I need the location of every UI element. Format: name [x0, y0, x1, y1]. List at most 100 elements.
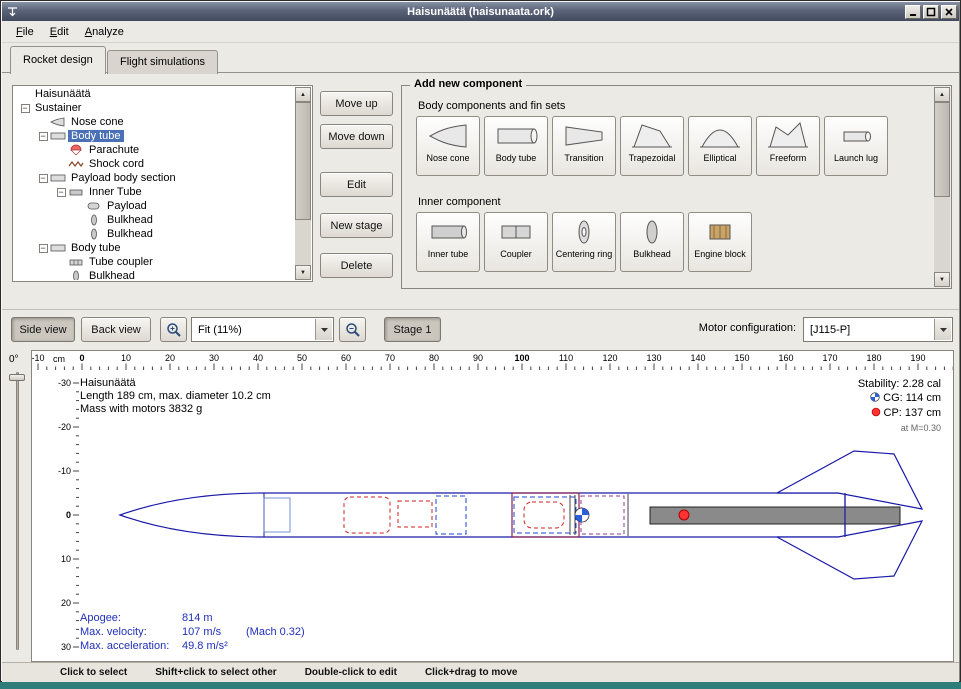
chevron-down-icon[interactable]	[315, 319, 332, 340]
add-transition-button[interactable]: Transition	[552, 116, 616, 176]
move-up-button[interactable]: Move up	[320, 91, 393, 116]
tree-item-label: Body tube	[68, 242, 124, 254]
tree-item-inner-tube[interactable]: − Inner Tube	[14, 185, 295, 199]
add-trapezoidal-button[interactable]: Trapezoidal	[620, 116, 684, 176]
menu-file[interactable]: File	[8, 23, 42, 41]
tree-item-label: Payload body section	[68, 172, 179, 184]
component-button-label: Inner tube	[428, 249, 469, 259]
tree-item-bulkhead[interactable]: Bulkhead	[14, 213, 295, 227]
side-view-button[interactable]: Side view	[11, 317, 75, 342]
tree-item-payload-body-section[interactable]: − Payload body section	[14, 171, 295, 185]
title-bar[interactable]: Haisunäätä (haisunaata.ork)	[2, 2, 959, 21]
tree-item-label: Body tube	[68, 130, 124, 142]
component-button-label: Body tube	[496, 153, 537, 163]
add-nose-cone-button[interactable]: Nose cone	[416, 116, 480, 176]
svg-text:160: 160	[778, 353, 793, 363]
tree-item-nose-cone[interactable]: Nose cone	[14, 115, 295, 129]
add-centering-ring-button[interactable]: Centering ring	[552, 212, 616, 272]
svg-text:120: 120	[602, 353, 617, 363]
menu-analyze[interactable]: Analyze	[77, 23, 132, 41]
minimize-button[interactable]	[905, 5, 921, 19]
tab-flight-simulations[interactable]: Flight simulations	[107, 50, 218, 74]
zoom-in-icon	[166, 322, 182, 338]
scroll-up-icon[interactable]: ▲	[295, 87, 311, 102]
tree-collapse-icon[interactable]: −	[39, 244, 48, 253]
tree-item-body-tube[interactable]: − Body tube	[14, 129, 295, 143]
tree-item-body-tube[interactable]: − Body tube	[14, 241, 295, 255]
add-panel-scrollbar-thumb[interactable]	[934, 102, 950, 197]
add-elliptical-button[interactable]: Elliptical	[688, 116, 752, 176]
tree-item-label: Inner Tube	[86, 186, 145, 198]
app-window: Haisunäätä (haisunaata.ork) FileEditAnal…	[0, 0, 961, 682]
rocket-mass: Mass with motors 3832 g	[80, 403, 271, 416]
svg-text:140: 140	[690, 353, 705, 363]
tree-scrollbar[interactable]: ▲ ▼	[295, 87, 311, 280]
tree-item-tube-coupler[interactable]: Tube coupler	[14, 255, 295, 269]
menu-edit[interactable]: Edit	[42, 23, 77, 41]
freeform-icon	[765, 120, 811, 152]
tab-rocket-design[interactable]: Rocket design	[10, 46, 106, 74]
add-body-tube-button[interactable]: Body tube	[484, 116, 548, 176]
cp-marker	[679, 510, 689, 520]
zoom-in-button[interactable]	[160, 317, 187, 342]
rotation-slider-handle[interactable]	[9, 374, 25, 381]
tree-item-payload[interactable]: Payload	[14, 199, 295, 213]
scroll-up-icon[interactable]: ▲	[934, 87, 950, 102]
tree-item-bulkhead[interactable]: Bulkhead	[14, 269, 295, 280]
rotation-slider-track[interactable]	[16, 372, 19, 650]
add-freeform-button[interactable]: Freeform	[756, 116, 820, 176]
svg-text:60: 60	[341, 353, 351, 363]
tree-item-label: Payload	[104, 200, 150, 212]
zoom-select[interactable]: Fit (11%)	[191, 317, 334, 342]
add-inner-tube-button[interactable]: Inner tube	[416, 212, 480, 272]
tree-item-shock-cord[interactable]: Shock cord	[14, 157, 295, 171]
new-stage-button[interactable]: New stage	[320, 213, 393, 238]
flight-stat-row: Max. velocity:107 m/s(Mach 0.32)	[80, 625, 305, 639]
svg-text:170: 170	[822, 353, 837, 363]
add-engine-block-button[interactable]: Engine block	[688, 212, 752, 272]
tab-bar: Rocket design Flight simulations	[2, 43, 959, 73]
tree-item-label: Bulkhead	[86, 270, 138, 280]
scroll-down-icon[interactable]: ▼	[934, 272, 950, 287]
zoom-out-button[interactable]	[339, 317, 366, 342]
move-down-button[interactable]: Move down	[320, 124, 393, 149]
chevron-down-icon[interactable]	[934, 319, 951, 340]
tree-collapse-icon[interactable]: −	[39, 174, 48, 183]
component-button-label: Centering ring	[556, 249, 613, 259]
motor-configuration-select[interactable]: [J115-P]	[803, 317, 953, 342]
status-hint: Click to select	[60, 667, 127, 678]
tree-item-bulkhead[interactable]: Bulkhead	[14, 227, 295, 241]
add-panel-scrollbar[interactable]: ▲ ▼	[934, 87, 950, 287]
rotation-angle-label: 0°	[9, 354, 19, 365]
rocket-name: Haisunäätä	[80, 377, 271, 390]
add-coupler-button[interactable]: Coupler	[484, 212, 548, 272]
coupler-icon	[68, 256, 86, 268]
stage-1-toggle[interactable]: Stage 1	[384, 317, 441, 342]
component-button-label: Coupler	[500, 249, 532, 259]
close-button[interactable]	[941, 5, 957, 19]
add-launch-lug-button[interactable]: Launch lug	[824, 116, 888, 176]
rocket-info: Haisunäätä Length 189 cm, max. diameter …	[80, 377, 271, 416]
tree-item-haisun-t[interactable]: Haisunäätä	[14, 87, 295, 101]
svg-text:100: 100	[514, 353, 529, 363]
delete-button[interactable]: Delete	[320, 253, 393, 278]
component-button-label: Launch lug	[834, 153, 878, 163]
edit-button[interactable]: Edit	[320, 172, 393, 197]
tree-scrollbar-thumb[interactable]	[295, 102, 311, 220]
tree-item-sustainer[interactable]: −Sustainer	[14, 101, 295, 115]
status-hint: Double-click to edit	[305, 667, 397, 678]
back-view-button[interactable]: Back view	[81, 317, 151, 342]
launchlug-icon	[833, 120, 879, 152]
maximize-button[interactable]	[923, 5, 939, 19]
scroll-down-icon[interactable]: ▼	[295, 265, 311, 280]
flight-statistics: Apogee:814 mMax. velocity:107 m/s(Mach 0…	[80, 611, 305, 653]
tree-collapse-icon[interactable]: −	[57, 188, 66, 197]
tree-collapse-icon[interactable]: −	[21, 104, 30, 113]
tree-collapse-icon[interactable]: −	[39, 132, 48, 141]
window-title: Haisunäätä (haisunaata.ork)	[2, 6, 959, 18]
add-bulkhead-button[interactable]: Bulkhead	[620, 212, 684, 272]
cp-value: CP: 137 cm	[884, 407, 941, 419]
tree-item-parachute[interactable]: Parachute	[14, 143, 295, 157]
coupler-icon	[493, 216, 539, 248]
body-components-label: Body components and fin sets	[418, 100, 565, 112]
